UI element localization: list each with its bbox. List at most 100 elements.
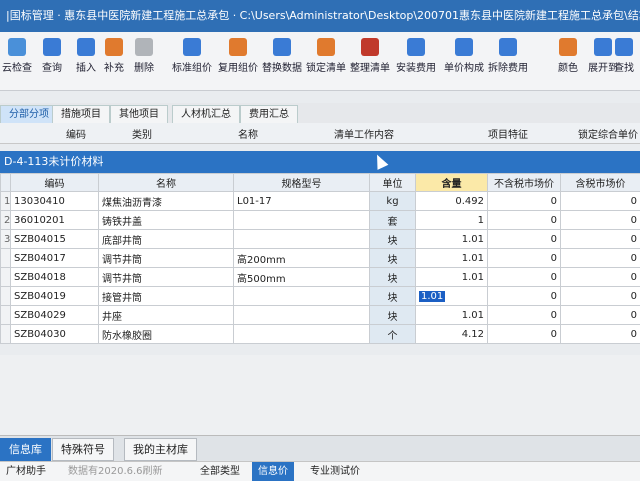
cell-spec	[234, 306, 370, 325]
cell-qty[interactable]: 0.492	[416, 192, 488, 211]
upper-tab-2[interactable]: 其他项目	[110, 105, 168, 124]
cell-qty[interactable]: 1.01	[416, 249, 488, 268]
upper-column-header[interactable]: 编码	[66, 126, 86, 141]
toolbar-button-10[interactable]: 安装费用	[396, 38, 436, 86]
cell-unit: 个	[370, 325, 416, 344]
toolbar-button-label: 拆除费用	[488, 63, 528, 74]
table-row[interactable]: 236010201铸铁井盖套100	[1, 211, 640, 230]
material-column-header[interactable]: 规格型号	[234, 174, 370, 192]
cell-code: SZB04030	[11, 325, 99, 344]
all-types-filter[interactable]: 全部类型	[200, 462, 240, 481]
empty-area	[0, 355, 640, 435]
toolbar-button-13[interactable]: 颜色	[558, 38, 578, 86]
toolbar-button-label: 查找	[614, 63, 634, 74]
toolbar-button-3[interactable]: 补充	[104, 38, 124, 86]
cell-no	[1, 249, 11, 268]
toolbar-button-label: 替换数据	[262, 63, 302, 74]
upper-column-header[interactable]: 锁定综合单价	[578, 126, 638, 141]
toolbar-button-label: 补充	[104, 63, 124, 74]
toolbar-button-1[interactable]: 查询	[42, 38, 62, 86]
toolbar-button-4[interactable]: 删除	[134, 38, 154, 86]
upper-column-header[interactable]: 项目特征	[488, 126, 528, 141]
toolbar-button-12[interactable]: 拆除费用	[488, 38, 528, 86]
material-column-header[interactable]: 含量	[416, 174, 488, 192]
cell-qty[interactable]: 4.12	[416, 325, 488, 344]
toolbar-button-label: 查询	[42, 63, 62, 74]
toolbar-button-7[interactable]: 替换数据	[262, 38, 302, 86]
material-column-header[interactable]: 含税市场价	[561, 174, 640, 192]
table-row[interactable]: SZB04018调节井筒高500mm块1.0100	[1, 268, 640, 287]
toolbar-button-15[interactable]: 查找	[614, 38, 634, 86]
toolbar-button-2[interactable]: 插入	[76, 38, 96, 86]
cell-price_ex: 0	[488, 268, 561, 287]
table-row[interactable]: SZB04017调节井筒高200mm块1.0100	[1, 249, 640, 268]
toolbar-button-0[interactable]: 云检查	[2, 38, 32, 86]
lower-tab-1[interactable]: 特殊符号	[52, 438, 114, 461]
material-column-header[interactable]: 名称	[99, 174, 234, 192]
supplement-icon	[105, 38, 123, 56]
toolbar: 云检查查询 插入补充删除 标准组价复用组价替换数据锁定清单整理清单安装费用单价构成拆…	[0, 32, 640, 91]
toolbar-button-label: 颜色	[558, 63, 578, 74]
cell-qty[interactable]: 1.01	[416, 268, 488, 287]
cell-spec	[234, 211, 370, 230]
cell-price_ex: 0	[488, 306, 561, 325]
cell-no: 1	[1, 192, 11, 211]
info-price-tab[interactable]: 信息价	[252, 462, 294, 481]
pro-test-tab[interactable]: 专业测试价	[310, 462, 360, 481]
upper-tab-3[interactable]: 人材机汇总	[172, 105, 240, 124]
toolbar-button-6[interactable]: 复用组价	[218, 38, 258, 86]
cell-unit: kg	[370, 192, 416, 211]
upper-tab-0[interactable]: 分部分项	[0, 105, 58, 124]
cell-no	[1, 287, 11, 306]
toolbar-button-label: 标准组价	[172, 63, 212, 74]
cell-price_in: 0	[561, 268, 640, 287]
upper-tab-4[interactable]: 费用汇总	[240, 105, 298, 124]
material-column-header[interactable]: 不含税市场价	[488, 174, 561, 192]
cell-price_in: 0	[561, 306, 640, 325]
cell-spec: L01-17	[234, 192, 370, 211]
table-row[interactable]: 113030410煤焦油沥青漆L01-17kg0.49200	[1, 192, 640, 211]
toolbar-button-8[interactable]: 锁定清单	[306, 38, 346, 86]
table-row[interactable]: SZB04029井座块1.0100	[1, 306, 640, 325]
demolition-fee-icon	[499, 38, 517, 56]
cell-qty[interactable]: 1.01	[416, 230, 488, 249]
cell-name: 调节井筒	[99, 268, 234, 287]
lower-tab-bar: 信息库特殊符号我的主材库	[0, 435, 640, 462]
unit-price-icon	[455, 38, 473, 56]
upper-column-header[interactable]: 类别	[132, 126, 152, 141]
cell-name: 接管井筒	[99, 287, 234, 306]
lower-tab-0[interactable]: 信息库	[0, 438, 51, 461]
install-fee-icon	[407, 38, 425, 56]
toolbar-button-11[interactable]: 单价构成	[444, 38, 484, 86]
cell-qty[interactable]: 1	[416, 211, 488, 230]
upper-column-header[interactable]: 名称	[238, 126, 258, 141]
selected-quantity-input[interactable]: 1.01	[419, 291, 445, 302]
upper-column-header[interactable]: 清单工作内容	[334, 126, 394, 141]
toolbar-button-9[interactable]: 整理清单	[350, 38, 390, 86]
cell-unit: 块	[370, 230, 416, 249]
material-column-header[interactable]: 编码	[11, 174, 99, 192]
cell-price_in: 0	[561, 287, 640, 306]
cell-qty[interactable]: 1.01	[416, 287, 488, 306]
title-bar: |国标管理 · 惠东县中医院新建工程施工总承包 · C:\Users\Admin…	[0, 0, 640, 32]
material-column-header[interactable]: 单位	[370, 174, 416, 192]
cell-price_ex: 0	[488, 211, 561, 230]
toolbar-button-5[interactable]: 标准组价	[172, 38, 212, 86]
cell-code: 36010201	[11, 211, 99, 230]
table-row[interactable]: 3SZB04015底部井筒块1.0100	[1, 230, 640, 249]
cell-spec	[234, 325, 370, 344]
lower-tab-2[interactable]: 我的主材库	[124, 438, 197, 461]
cell-no: 3	[1, 230, 11, 249]
cell-qty[interactable]: 1.01	[416, 306, 488, 325]
table-row[interactable]: SZB04030防水橡胶圈个4.1200	[1, 325, 640, 344]
table-row[interactable]: SZB04019接管井筒块1.0100	[1, 287, 640, 306]
cell-name: 调节井筒	[99, 249, 234, 268]
assistant-label[interactable]: 广材助手	[6, 462, 46, 481]
replace-data-icon	[273, 38, 291, 56]
upper-tab-1[interactable]: 措施项目	[52, 105, 110, 124]
cell-name: 井座	[99, 306, 234, 325]
cell-price_ex: 0	[488, 325, 561, 344]
toolbar-button-label: 插入	[76, 63, 96, 74]
toolbar-button-label: 删除	[134, 63, 154, 74]
window-title: |国标管理 · 惠东县中医院新建工程施工总承包 · C:\Users\Admin…	[0, 9, 640, 22]
